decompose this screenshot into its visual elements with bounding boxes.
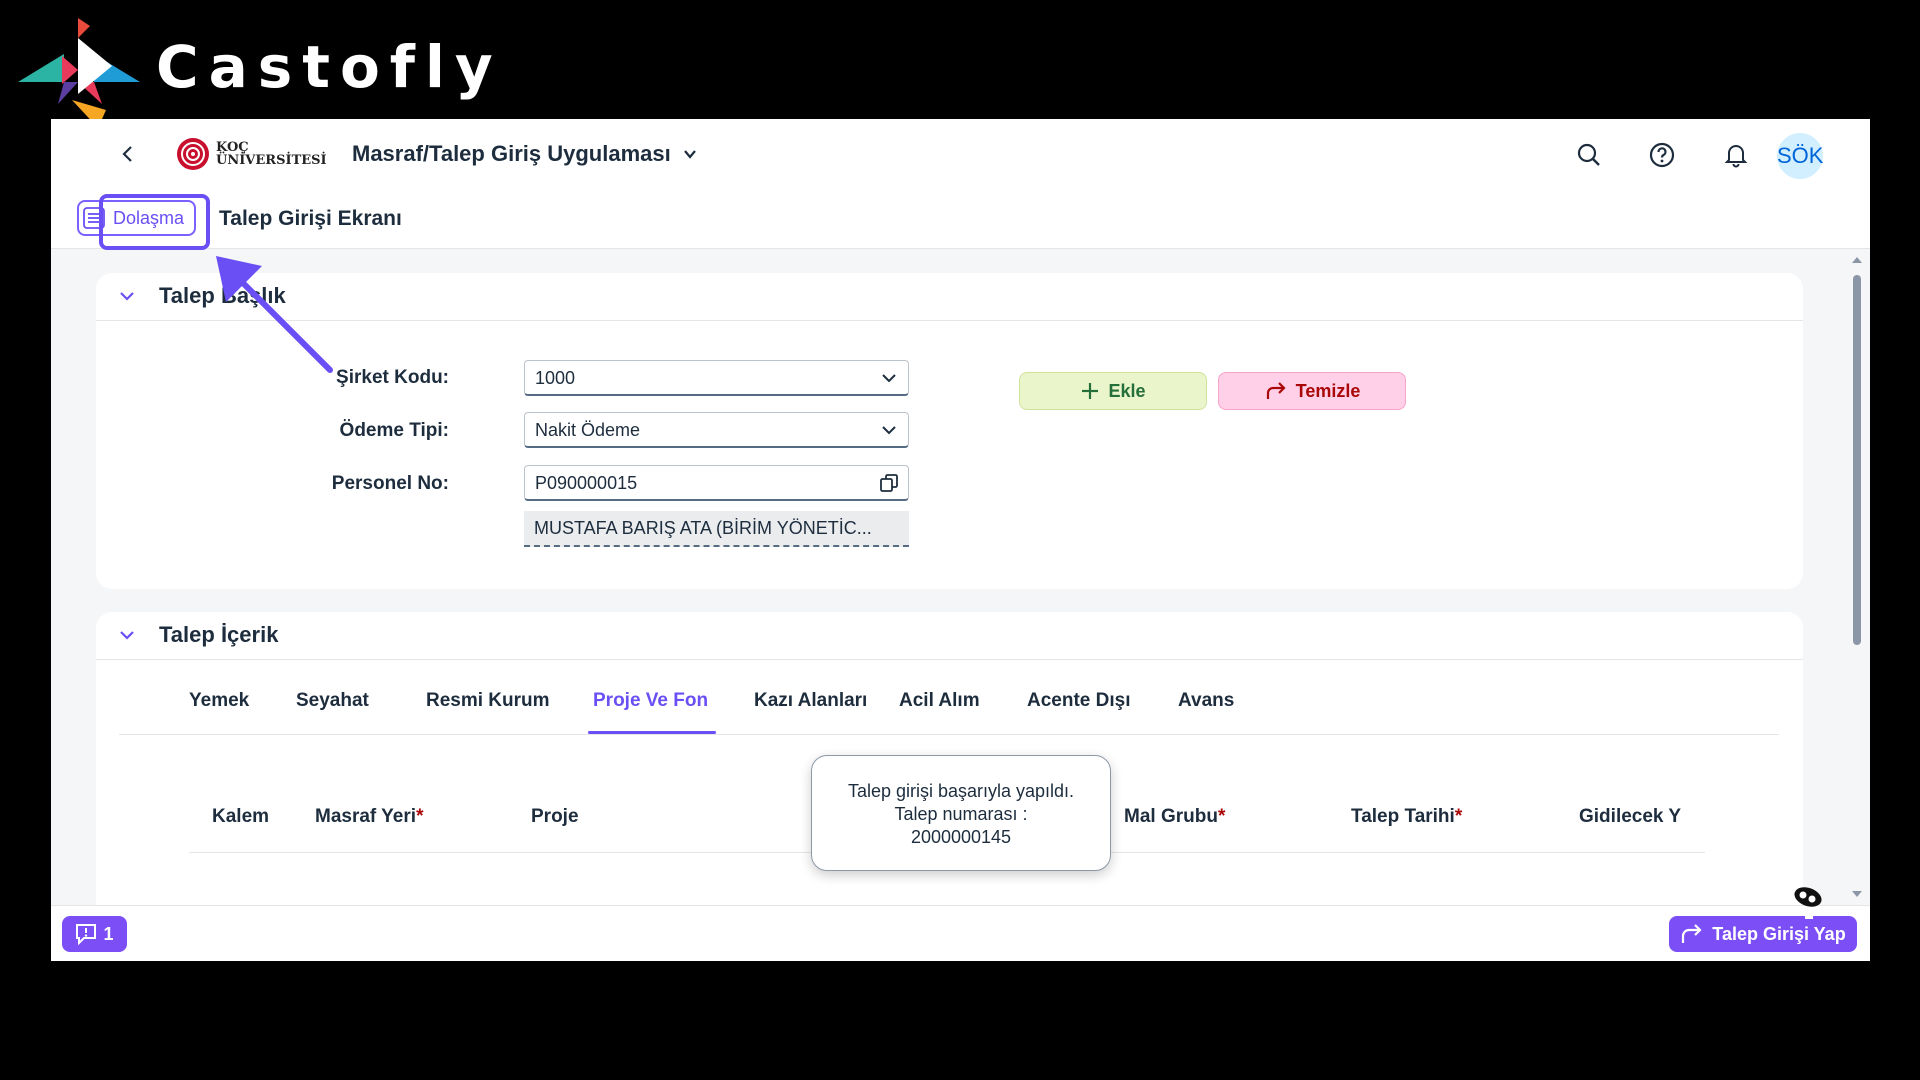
- payment-type-value: Nakit Ödeme: [535, 420, 641, 440]
- chevron-down-icon: [882, 374, 896, 383]
- required-marker: *: [416, 806, 424, 827]
- notifications-button[interactable]: [1722, 141, 1750, 169]
- personnel-name-display: MUSTAFA BARIŞ ATA (BİRİM YÖNETİC...: [524, 511, 909, 547]
- column-header-project[interactable]: Proje: [531, 806, 579, 828]
- toast-line-1: Talep girişi başarıyla yapıldı.: [847, 781, 1075, 801]
- page-scrollbar[interactable]: [1850, 255, 1864, 905]
- required-marker: *: [1454, 806, 1463, 827]
- personnel-no-label: Personel No:: [331, 473, 449, 494]
- search-icon: [1577, 143, 1600, 166]
- tab-seyahat[interactable]: Seyahat: [296, 690, 369, 712]
- back-button[interactable]: [113, 139, 143, 169]
- request-header-section: Talep Başlık Şirket Kodu: 1000 Ödeme Tip…: [96, 273, 1803, 589]
- required-marker: *: [1217, 806, 1226, 827]
- personnel-no-value: P090000015: [535, 473, 638, 493]
- chevron-down-icon: [882, 426, 896, 435]
- chevron-down-icon: [120, 631, 134, 640]
- koc-emblem-icon: [177, 138, 209, 170]
- assistant-bot-icon[interactable]: [1790, 885, 1830, 921]
- toast-line-2: Talep numarası :: [894, 804, 1028, 824]
- section-title: Talep İçerik: [159, 622, 279, 647]
- success-toast: Talep girişi başarıyla yapıldı. Talep nu…: [811, 755, 1111, 871]
- toast-line-3: 2000000145: [910, 827, 1012, 847]
- bell-icon: [1724, 145, 1748, 168]
- message-popover-button[interactable]: 1: [62, 916, 127, 952]
- value-help-icon[interactable]: [880, 474, 898, 492]
- personnel-no-input[interactable]: P090000015: [524, 465, 909, 501]
- chevron-left-icon: [122, 146, 132, 162]
- message-alert-icon: [76, 924, 97, 945]
- app-title-menu[interactable]: Masraf/Talep Giriş Uygulaması: [352, 141, 699, 167]
- shell-bar: KOÇ ÜNİVERSİTESİ Masraf/Talep Giriş Uygu…: [51, 119, 1870, 189]
- koc-university-logo: KOÇ ÜNİVERSİTESİ: [176, 137, 327, 171]
- payment-type-select[interactable]: Nakit Ödeme: [524, 412, 909, 448]
- add-button-label: Ekle: [1108, 380, 1146, 401]
- annotation-arrow-icon: [216, 256, 333, 373]
- castofly-logo-icon: [18, 18, 140, 128]
- column-header-request-date[interactable]: Talep Tarihi*: [1351, 806, 1462, 828]
- tab-acente-disi[interactable]: Acente Dışı: [1027, 690, 1130, 712]
- navigation-highlight-box: [99, 194, 210, 250]
- redo-arrow-icon: [1266, 382, 1286, 399]
- clear-button[interactable]: Temizle: [1218, 372, 1406, 410]
- koc-university-name: KOÇ ÜNİVERSİTESİ: [216, 140, 327, 168]
- scroll-down-icon: [1852, 891, 1862, 897]
- tab-resmi-kurum[interactable]: Resmi Kurum: [426, 690, 550, 712]
- column-header-item[interactable]: Kalem: [212, 806, 269, 828]
- submit-request-label: Talep Girişi Yap: [1712, 923, 1846, 944]
- clear-button-label: Temizle: [1295, 380, 1361, 401]
- page-title: Talep Girişi Ekranı: [219, 207, 402, 230]
- request-content-section-header[interactable]: Talep İçerik: [96, 612, 1803, 660]
- chevron-down-icon: [120, 292, 134, 301]
- castofly-wordmark: Castofly: [156, 33, 503, 101]
- column-header-cost-center[interactable]: Masraf Yeri*: [315, 806, 423, 828]
- column-header-material-group[interactable]: Mal Grubu*: [1124, 806, 1225, 828]
- column-header-destination[interactable]: Gidilecek Y: [1579, 806, 1705, 828]
- tab-kazi-alanlari[interactable]: Kazı Alanları: [754, 690, 867, 712]
- company-code-value: 1000: [535, 368, 576, 388]
- payment-type-label: Ödeme Tipi:: [339, 420, 449, 441]
- message-count: 1: [103, 923, 114, 944]
- add-button[interactable]: Ekle: [1019, 372, 1207, 410]
- active-tab-indicator: [588, 731, 716, 734]
- help-button[interactable]: [1648, 141, 1676, 169]
- expense-tab-bar: Yemek Seyahat Resmi Kurum Proje Ve Fon K…: [119, 660, 1779, 735]
- tab-proje-ve-fon[interactable]: Proje Ve Fon: [593, 690, 708, 712]
- search-button[interactable]: [1575, 141, 1603, 169]
- tab-acil-alim[interactable]: Acil Alım: [899, 690, 980, 712]
- company-code-select[interactable]: 1000: [524, 360, 909, 396]
- tab-yemek[interactable]: Yemek: [189, 690, 249, 712]
- request-header-section-header[interactable]: Talep Başlık: [96, 273, 1803, 321]
- chevron-down-icon: [683, 150, 696, 159]
- user-avatar[interactable]: SÖK: [1777, 133, 1823, 179]
- help-icon: [1649, 142, 1675, 168]
- scrollbar-thumb[interactable]: [1853, 275, 1861, 645]
- share-arrow-icon: [1682, 924, 1702, 943]
- scroll-up-icon: [1852, 257, 1862, 263]
- castofly-brand: Castofly: [18, 18, 503, 128]
- app-title: Masraf/Talep Giriş Uygulaması: [352, 141, 671, 166]
- tab-avans[interactable]: Avans: [1178, 690, 1234, 712]
- submit-request-button[interactable]: Talep Girişi Yap: [1669, 916, 1857, 952]
- page-footer: 1 Talep Girişi Yap: [51, 905, 1870, 961]
- plus-icon: [1082, 383, 1099, 399]
- page-subheader: Dolaşma Talep Girişi Ekranı: [51, 189, 1870, 249]
